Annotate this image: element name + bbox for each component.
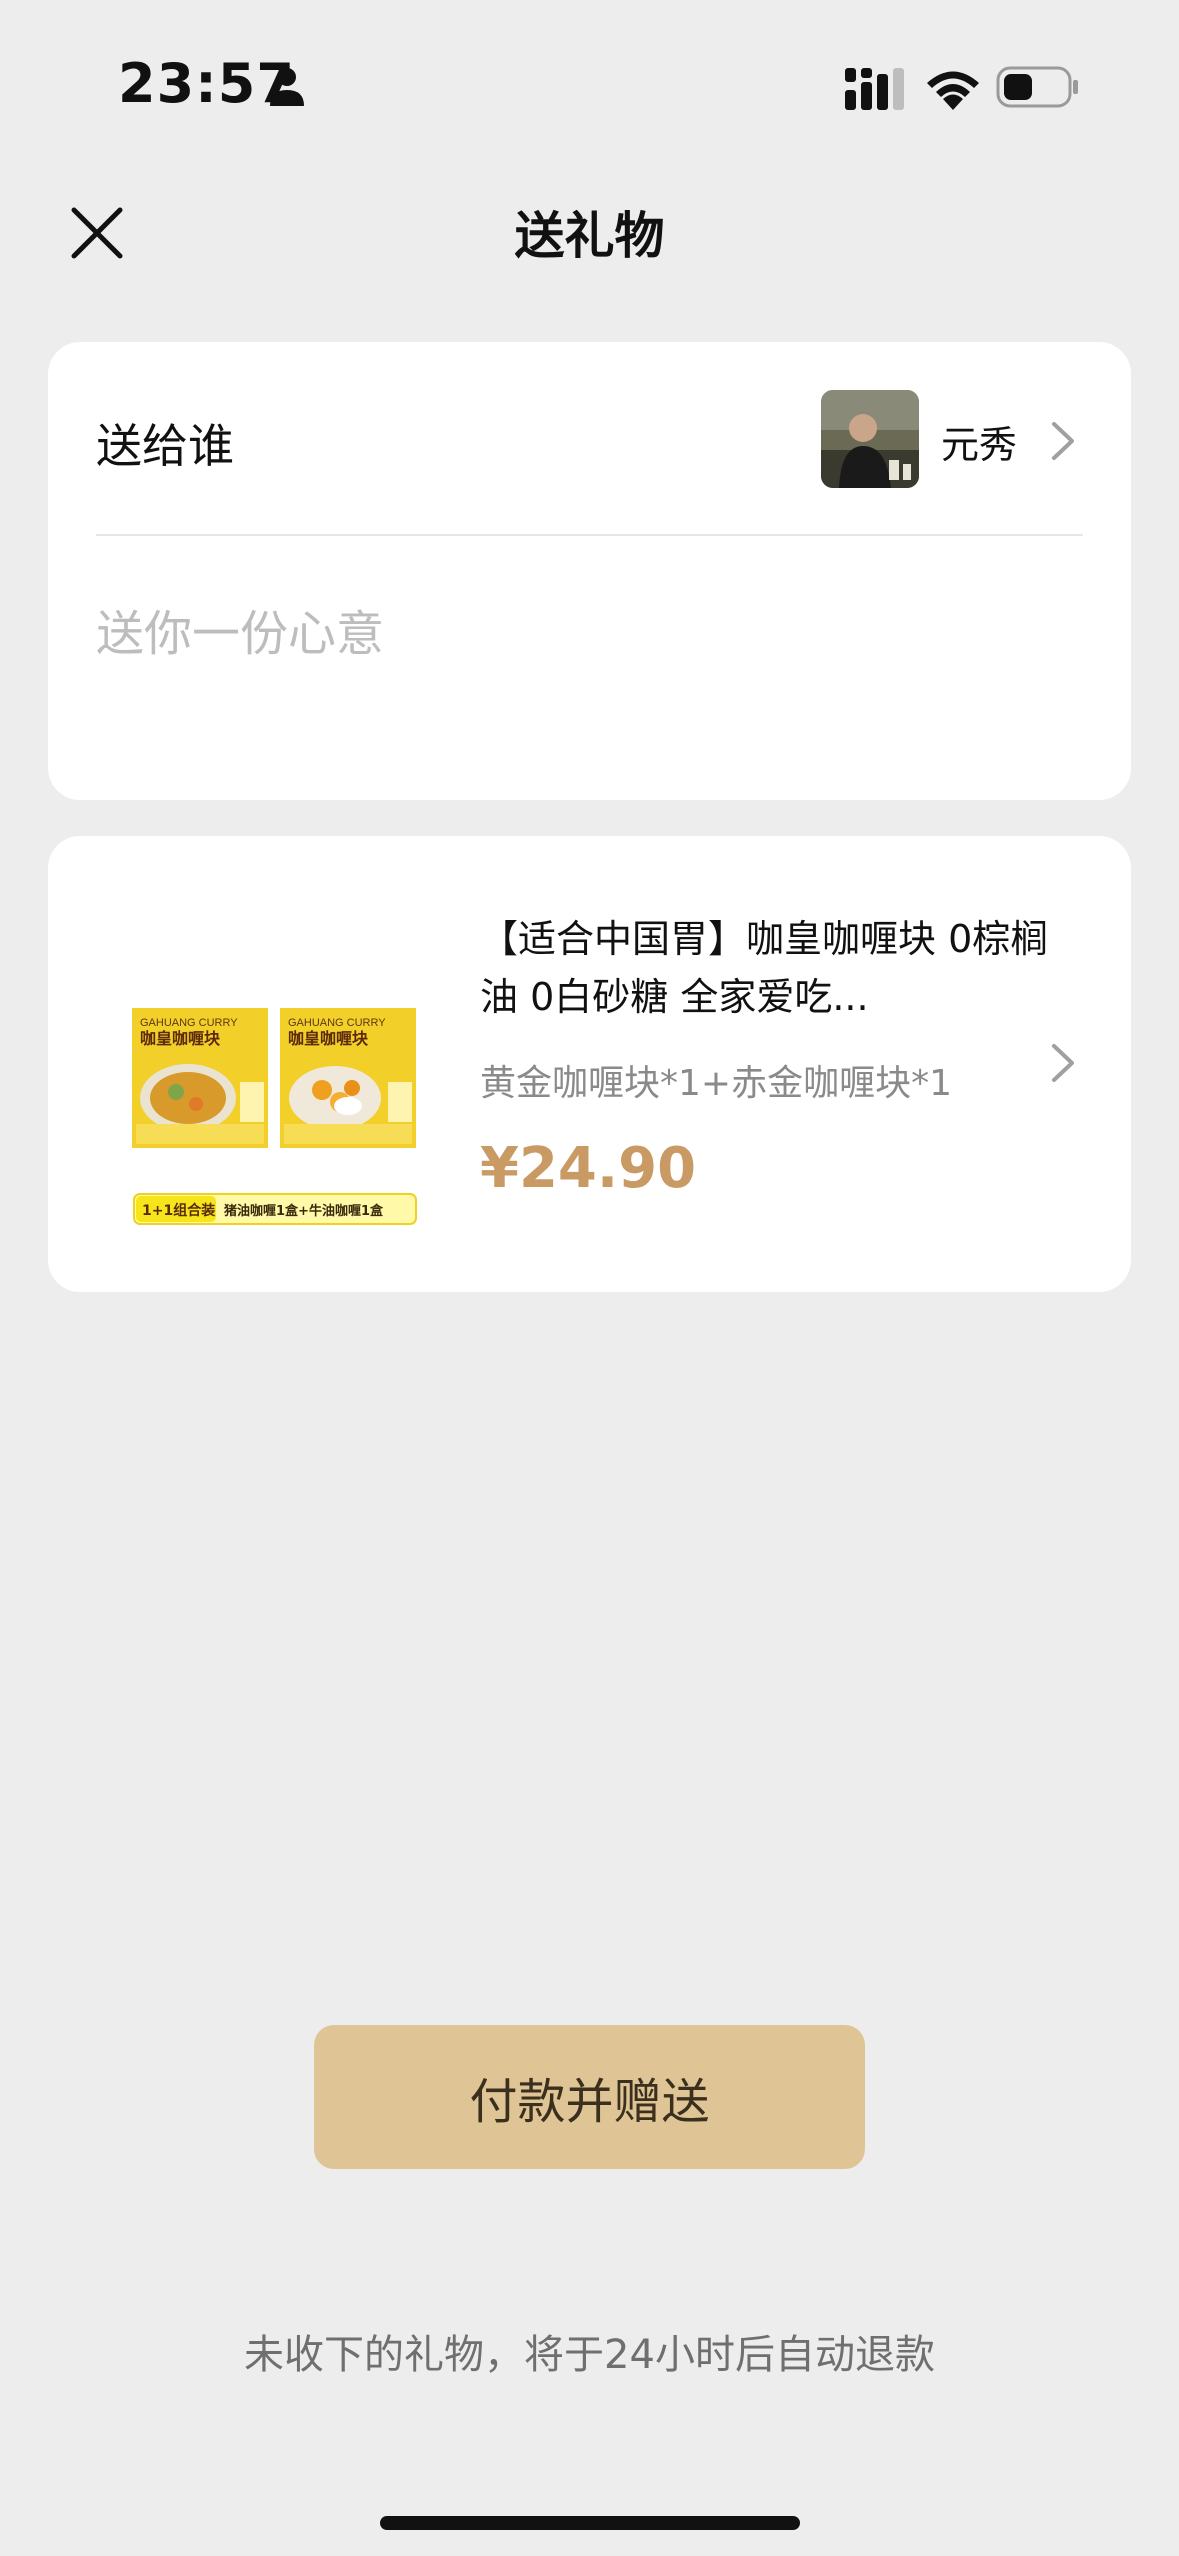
product-price: ¥24.90 bbox=[480, 1136, 697, 1201]
recipient-card: 送给谁 元秀 bbox=[48, 342, 1131, 800]
product-title: 【适合中国胃】咖皇咖喱块 0棕榈油 0白砂糖 全家爱吃... bbox=[480, 917, 1049, 1019]
banner-text: 猪油咖喱1盒+牛油咖喱1盒 bbox=[223, 1203, 384, 1219]
gift-message-input[interactable] bbox=[96, 574, 1083, 694]
page-title: 送礼物 bbox=[514, 207, 665, 265]
home-indicator bbox=[380, 2516, 800, 2530]
product-spec: 黄金咖喱块*1+赤金咖喱块*1 bbox=[480, 1063, 952, 1104]
box2-brand: GAHUANG CURRY bbox=[288, 1017, 386, 1029]
box1-brand: GAHUANG CURRY bbox=[140, 1017, 238, 1029]
box1-name: 咖皇咖喱块 bbox=[140, 1029, 221, 1048]
recipient-row[interactable]: 送给谁 元秀 bbox=[48, 342, 1131, 534]
wifi-icon bbox=[927, 71, 979, 110]
divider bbox=[96, 534, 1083, 536]
pay-and-send-button[interactable]: 付款并赠送 bbox=[314, 2025, 865, 2169]
box2-name: 咖皇咖喱块 bbox=[288, 1029, 369, 1048]
avatar bbox=[821, 390, 919, 488]
cellular-signal-icon bbox=[845, 68, 904, 110]
battery-icon bbox=[996, 66, 1078, 108]
send-to-label: 送给谁 bbox=[96, 419, 234, 473]
person-icon bbox=[270, 68, 304, 106]
product-image: GAHUANG CURRY 咖皇咖喱块 GAHUANG CURRY 咖皇咖喱块 … bbox=[130, 998, 420, 1258]
refund-note: 未收下的礼物，将于24小时后自动退款 bbox=[244, 2332, 935, 2378]
recipient-name: 元秀 bbox=[941, 423, 1018, 467]
chevron-right-icon bbox=[1052, 422, 1074, 460]
chevron-right-icon bbox=[1052, 1044, 1074, 1082]
product-card[interactable]: GAHUANG CURRY 咖皇咖喱块 GAHUANG CURRY 咖皇咖喱块 … bbox=[48, 836, 1131, 1292]
banner-tag: 1+1组合装 bbox=[142, 1202, 216, 1219]
